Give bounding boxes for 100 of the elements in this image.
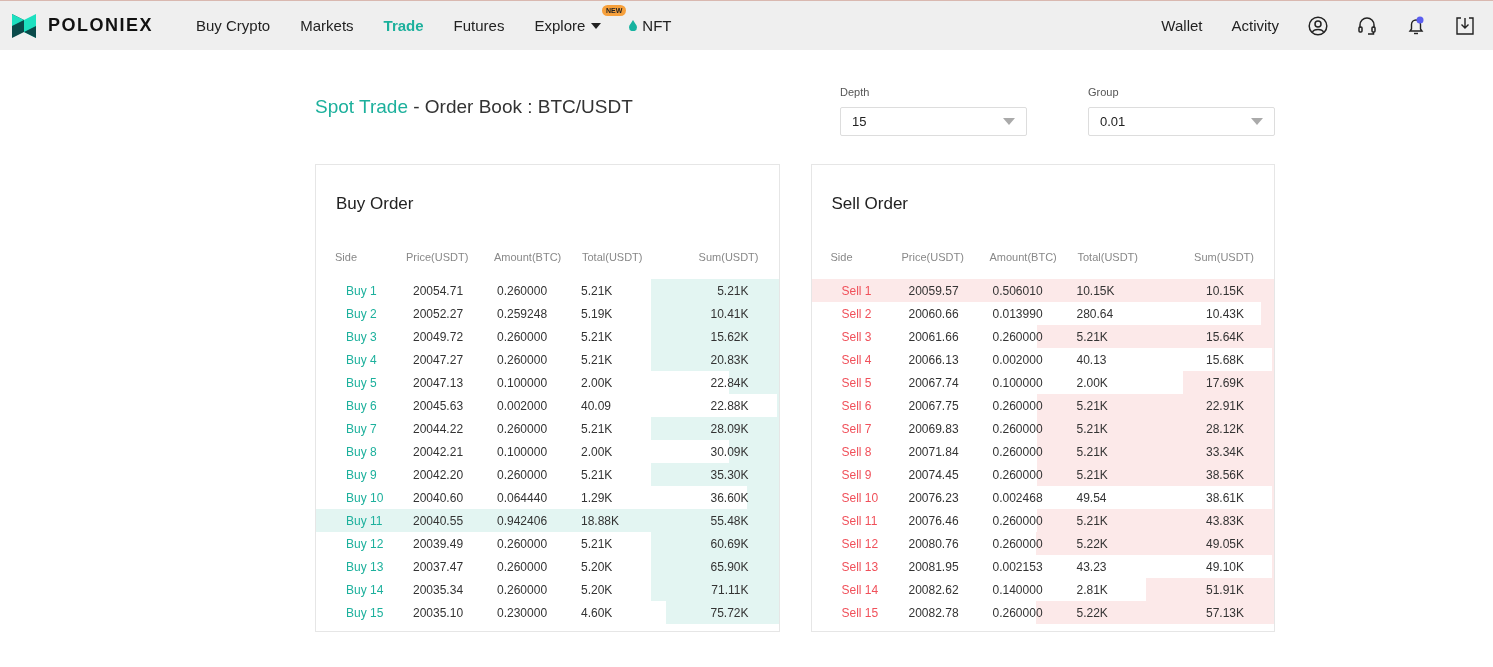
dropdown-field[interactable]: 15 [840,107,1027,136]
table-cell-text: 0.100000 [497,444,549,459]
table-cell-text: 49.54 [1076,490,1108,505]
headset-icon[interactable] [1357,15,1377,36]
table-cell-text: 20067.75 [908,398,960,413]
column-header: Sum(USDT) [1194,250,1254,263]
table-cell-text: 20047.27 [413,352,465,367]
column-header: Price(USDT) [406,250,470,263]
table-cell-text: 0.064440 [497,490,549,505]
logo-icon[interactable] [12,13,36,38]
table-cell-text: Sell 14 [841,582,880,597]
column-header: Side [335,250,359,263]
table-cell-text: 20035.10 [413,605,465,620]
nav-link[interactable]: Futures [453,17,505,34]
table-cell-text: Sell 12 [841,536,880,551]
caret-icon[interactable] [591,22,602,29]
table-cell-text: 40.09 [581,398,613,413]
table-cell-text: Sell 7 [841,421,873,436]
column-header: Total(USDT) [582,250,644,263]
table-cell-text: 5.21K [1076,421,1109,436]
table-cell-text: 5.21K [1076,467,1109,482]
bell-icon[interactable] [1406,15,1426,36]
card-title: Buy Order [336,194,415,215]
table-cell-text: 20054.71 [413,283,465,298]
nav-link[interactable]: NFT [629,17,672,34]
table-cell-text: 0.002153 [992,559,1044,574]
nav-link[interactable]: Wallet [1161,17,1203,34]
table-cell: 22.88K [710,398,749,413]
table-cell-text: 20076.23 [908,490,960,505]
table-cell-text: Buy 9 [346,467,378,482]
table-cell-text: 5.20K [581,559,614,574]
download-icon[interactable] [1455,15,1475,36]
table-cell-text: 0.260000 [497,329,549,344]
table-cell: 15.64K [1205,329,1244,344]
table-cell-text: 0.260000 [497,421,549,436]
table-cell-text: 280.64 [1076,306,1115,321]
table-cell-text: 0.260000 [497,467,549,482]
table-cell-text: 0.260000 [992,329,1044,344]
table-cell-text: 0.002000 [992,352,1044,367]
table-cell-text: 0.230000 [497,605,549,620]
table-cell-text: Buy 15 [346,605,385,620]
table-cell: 65.90K [710,559,749,574]
table-cell-text: 5.21K [581,536,614,551]
table-cell-text: Buy 10 [346,490,385,505]
page-title: - Order Book : BTC/USDT [412,96,633,117]
table-cell-text: 20074.45 [908,467,960,482]
table-cell-text: 20039.49 [413,536,465,551]
table-cell-text: Sell 6 [841,398,873,413]
table-cell-text: 20076.46 [908,513,960,528]
table-cell-text: 0.100000 [992,375,1044,390]
table-cell: 55.48K [710,513,749,528]
table-cell-text: Buy 14 [346,582,385,597]
table-cell-text: Buy 1 [346,283,378,298]
table-cell: 51.91K [1205,582,1244,597]
table-cell-text: 0.506010 [992,283,1044,298]
table-cell-text: 5.21K [581,352,614,367]
table-cell-text: Buy 4 [346,352,378,367]
table-cell-text: 0.260000 [497,582,549,597]
table-cell-text: 20067.74 [908,375,960,390]
table-cell-text: Sell 8 [841,444,873,459]
card-title: Sell Order [831,194,910,215]
table-cell: 30.09K [710,444,749,459]
nav-link[interactable]: Buy Crypto [196,17,271,34]
table-cell: 36.60K [710,490,749,505]
table-cell-text: 0.002000 [497,398,549,413]
table-cell-text: 20069.83 [908,421,960,436]
table-cell-text: 5.22K [1076,605,1109,620]
table-cell-text: 5.22K [1076,536,1109,551]
column-header: Price(USDT) [901,250,965,263]
table-cell-text: 43.23 [1076,559,1108,574]
table-cell-text: 0.942406 [497,513,549,528]
table-cell-text: 0.260000 [992,513,1044,528]
nav-link[interactable]: Explore [534,17,602,34]
table-cell-text: 20066.13 [908,352,960,367]
table-cell: 5.21K [717,283,749,298]
table-cell-text: 2.00K [1076,375,1109,390]
column-header: Total(USDT) [1077,250,1139,263]
table-cell-text: 20059.57 [908,283,960,298]
table-cell: 10.43K [1205,306,1244,321]
nav-link[interactable]: Activity [1231,17,1279,34]
table-cell: 57.13K [1205,605,1244,620]
table-cell: 49.05K [1205,536,1244,551]
table-cell-text: Sell 10 [841,490,880,505]
table-cell-text: 20082.78 [908,605,960,620]
logo-text[interactable]: POLONIEX [48,15,153,36]
table-cell-text: Sell 9 [841,467,873,482]
table-cell: 10.15K [1205,283,1244,298]
table-cell-text: 20040.55 [413,513,465,528]
nav-link[interactable]: Markets [300,17,354,34]
table-cell-text: 20082.62 [908,582,960,597]
user-icon[interactable] [1308,15,1328,36]
dropdown-field[interactable]: 0.01 [1088,107,1275,136]
table-cell-text: 0.260000 [497,536,549,551]
table-cell: 20.83K [710,352,749,367]
table-cell-text: 5.21K [581,329,614,344]
column-header: Amount(BTC) [494,250,563,263]
table-cell-text: 0.259248 [497,306,549,321]
table-cell-text: 20071.84 [908,444,960,459]
table-cell-text: 20042.20 [413,467,465,482]
table-cell-text: Sell 15 [841,605,880,620]
